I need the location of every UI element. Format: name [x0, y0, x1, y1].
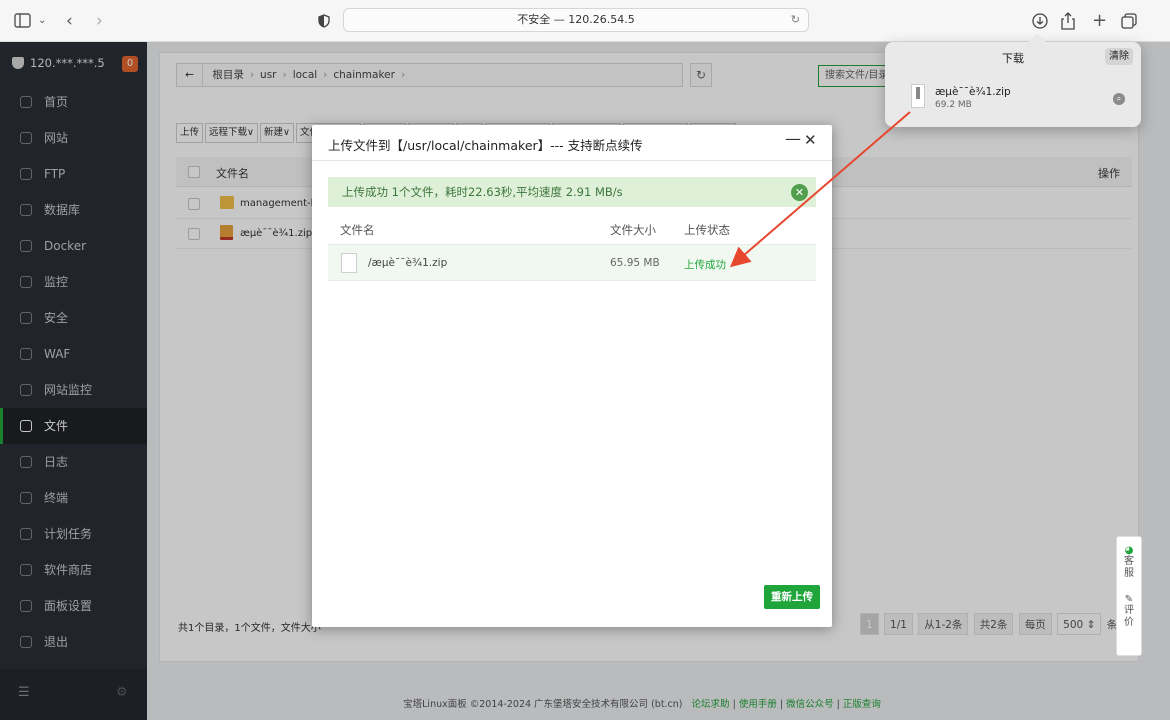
file-icon — [341, 253, 357, 273]
new-tab-icon[interactable]: + — [1092, 0, 1107, 42]
back-icon[interactable]: ‹ — [66, 0, 73, 42]
upload-success-alert: 上传成功 1个文件，耗时22.63秒,平均速度 2.91 MB/s ✕ — [328, 177, 816, 207]
url-text: 不安全 — 120.26.54.5 — [517, 13, 635, 26]
forward-icon[interactable]: › — [96, 0, 103, 42]
zip-file-icon — [911, 84, 925, 108]
share-icon[interactable] — [1061, 12, 1075, 30]
upload-dialog: 上传文件到【/usr/local/chainmaker】--- 支持断点续传 —… — [312, 125, 832, 627]
col-file-size: 文件大小 — [610, 223, 656, 237]
close-alert-icon[interactable]: ✕ — [791, 184, 808, 201]
privacy-shield-icon[interactable] — [318, 14, 330, 28]
service-icon: ◕ — [1124, 545, 1134, 556]
download-file-size: 69.2 MB — [935, 100, 972, 110]
review-button[interactable]: 评价 — [1124, 605, 1134, 629]
col-upload-status: 上传状态 — [684, 223, 730, 237]
upload-file-size: 65.95 MB — [610, 257, 660, 269]
dialog-title: 上传文件到【/usr/local/chainmaker】--- 支持断点续传 — [328, 138, 643, 153]
chevron-down-icon[interactable]: ⌄ — [38, 0, 46, 42]
clear-downloads-button[interactable]: 清除 — [1105, 48, 1133, 65]
tab-overview-icon[interactable] — [1121, 13, 1137, 29]
edit-icon: ✎ — [1124, 594, 1134, 605]
reupload-button[interactable]: 重新上传 — [764, 585, 820, 609]
minimize-icon[interactable]: — — [785, 129, 801, 148]
browser-toolbar: ⌄ ‹ › 不安全 — 120.26.54.5 ↻ + — [0, 0, 1170, 42]
download-icon[interactable] — [1032, 13, 1048, 29]
address-bar[interactable]: 不安全 — 120.26.54.5 ↻ — [343, 8, 809, 32]
download-file-name[interactable]: æµè¯¯è¾1.zip — [935, 86, 1011, 98]
upload-status: 上传成功 — [684, 259, 726, 271]
downloads-title: 下载 — [1002, 52, 1024, 65]
upload-table-header: 文件名 文件大小 上传状态 — [328, 215, 816, 245]
col-file-name: 文件名 — [340, 223, 375, 237]
reload-icon[interactable]: ↻ — [791, 9, 800, 31]
divider — [312, 160, 832, 161]
reveal-in-finder-icon[interactable]: ⌕ — [1113, 93, 1125, 105]
downloads-popover: 下载 清除 æµè¯¯è¾1.zip 69.2 MB ⌕ — [885, 33, 1141, 127]
support-widget: ◕ 客服 ✎ 评价 — [1116, 536, 1142, 656]
close-icon[interactable]: ✕ — [804, 131, 817, 149]
service-button[interactable]: 客服 — [1124, 556, 1134, 580]
upload-row: /æµè¯¯è¾1.zip 65.95 MB 上传成功 — [328, 245, 816, 281]
success-message: 上传成功 1个文件，耗时22.63秒,平均速度 2.91 MB/s — [342, 185, 623, 199]
upload-file-name: /æµè¯¯è¾1.zip — [368, 257, 448, 269]
sidebar-toggle-icon[interactable] — [14, 0, 32, 42]
